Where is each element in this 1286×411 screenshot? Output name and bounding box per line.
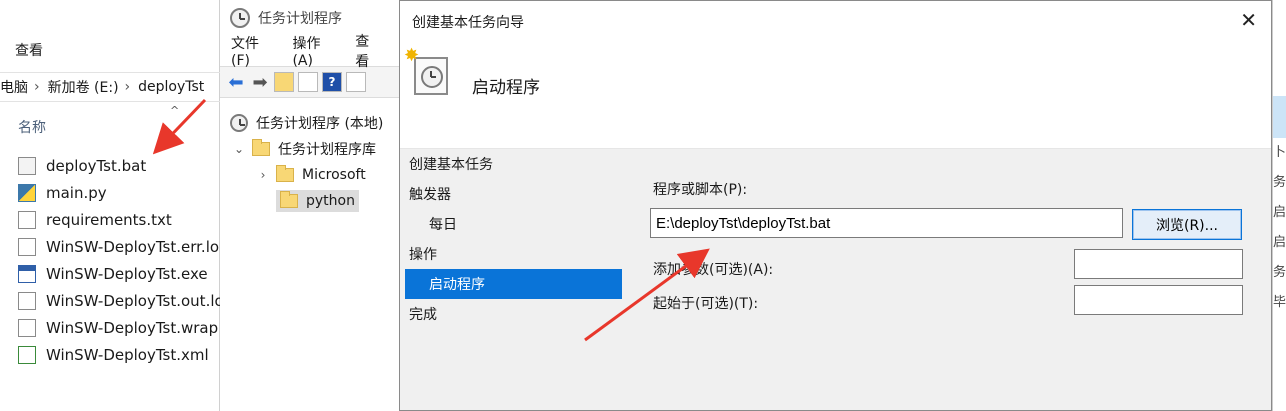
text-file-icon [18,318,36,337]
background-window-edge: 卜任 务... 启正 启任 务... 毕关 [1272,0,1286,411]
file-item-exe[interactable]: WinSW-DeployTst.exe [18,260,224,287]
menu-action[interactable]: 操作(A) [292,33,335,69]
browse-button[interactable]: 浏览(R)... [1132,209,1242,240]
file-name: WinSW-DeployTst.exe [46,264,208,283]
wizard-title-bar: 创建基本任务向导 ✕ [400,1,1271,43]
file-item-xml[interactable]: WinSW-DeployTst.xml [18,341,224,368]
step-start-program: 启动程序 [405,269,622,299]
step-finish: 完成 [409,307,437,323]
menu-view[interactable]: 查看 [355,31,380,71]
background-text: 卜任 [1273,145,1286,160]
text-file-icon [18,291,36,310]
wizard-header: ✸ 启动程序 [400,43,1271,149]
file-item-err-log[interactable]: WinSW-DeployTst.err.lo [18,233,224,260]
step-action: 操作 [409,247,437,263]
back-arrow-icon[interactable]: ⬅ [226,72,246,93]
forward-arrow-icon[interactable]: ➡ [250,72,270,93]
file-name: requirements.txt [46,210,172,229]
up-folder-icon[interactable] [274,72,294,92]
ribbon-tab-view[interactable]: 查看 [15,40,43,60]
tree-library[interactable]: ⌄ 任务计划程序库 [220,136,400,162]
tree-root-label: 任务计划程序 (本地) [256,116,384,132]
tree-folder-microsoft[interactable]: › Microsoft [220,162,400,188]
background-text: 启正 [1273,205,1286,220]
wizard-heading: 启动程序 [472,78,540,98]
folder-icon [276,165,294,182]
folder-clock-icon [252,139,270,156]
create-basic-task-wizard: 创建基本任务向导 ✕ ✸ 启动程序 创建基本任务 触发器 每日 操作 启动程序 … [399,0,1272,411]
folder-icon [280,191,298,208]
background-text: 毕关 [1273,295,1286,310]
exe-file-icon [18,264,36,283]
file-explorer-window: 查看 电脑 › 新加卷 (E:) › deployTst ^ 名称 deployTs… [0,0,224,411]
file-name: WinSW-DeployTst.wrap [46,318,219,337]
file-name: WinSW-DeployTst.err.lo [46,237,220,256]
tree-selection: python [276,190,359,212]
clock-icon [230,8,250,28]
scheduler-tree: 任务计划程序 (本地) ⌄ 任务计划程序库 › Microsoft python [220,110,400,214]
breadcrumb-drive[interactable]: 新加卷 (E:) [48,77,119,97]
task-scheduler-window: 任务计划程序 文件(F) 操作(A) 查看 ⬅ ➡ ? 任务计划程序 (本地) … [220,0,400,411]
step-daily: 每日 [429,217,457,233]
close-icon[interactable]: ✕ [1240,10,1257,30]
program-script-input[interactable] [650,208,1123,238]
chevron-down-icon[interactable]: ⌄ [232,142,246,156]
tree-folder-label: Microsoft [302,167,366,183]
file-list: deployTst.bat main.py requirements.txt W… [18,152,224,368]
background-text: 启任 [1273,235,1286,250]
tree-folder-label: python [306,193,355,209]
background-highlight [1273,96,1286,138]
tree-library-label: 任务计划程序库 [278,142,376,158]
wizard-title: 创建基本任务向导 [412,15,524,31]
help-icon[interactable]: ? [322,72,342,92]
background-text: 务... [1273,175,1286,190]
chevron-right-icon: › [34,79,40,95]
bat-file-icon [18,156,36,175]
background-text: 务... [1273,265,1286,280]
file-item-main-py[interactable]: main.py [18,179,224,206]
clock-icon [230,114,248,132]
file-item-deploytst-bat[interactable]: deployTst.bat [18,152,224,179]
task-clock-icon [414,57,448,95]
scheduler-title: 任务计划程序 [258,11,342,27]
chevron-right-icon: › [124,79,131,95]
file-item-requirements[interactable]: requirements.txt [18,206,224,233]
breadcrumb-computer[interactable]: 电脑 [0,77,28,97]
file-name: WinSW-DeployTst.xml [46,345,209,364]
step-create-basic-task: 创建基本任务 [409,157,493,173]
file-item-out-log[interactable]: WinSW-DeployTst.out.lo [18,287,224,314]
show-hide-tree-icon[interactable] [298,72,318,92]
text-file-icon [18,237,36,256]
start-in-input[interactable] [1074,285,1243,315]
menu-file[interactable]: 文件(F) [231,33,272,69]
file-name: deployTst.bat [46,156,147,175]
tree-folder-python[interactable]: python [220,188,400,214]
action-pane-icon[interactable] [346,72,366,92]
sparkle-icon: ✸ [404,45,420,66]
file-item-wrapper-log[interactable]: WinSW-DeployTst.wrap [18,314,224,341]
start-program-form: 程序或脚本(P): 浏览(R)... 添加参数(可选)(A): 起始于(可选)(… [650,179,1253,315]
program-label: 程序或脚本(P): [653,182,748,198]
step-trigger: 触发器 [409,187,451,203]
args-label: 添加参数(可选)(A): [653,262,774,278]
start-in-label: 起始于(可选)(T): [653,296,759,312]
text-file-icon [18,210,36,229]
xml-file-icon [18,345,36,364]
breadcrumb-folder[interactable]: deployTst [138,79,204,95]
python-file-icon [18,183,36,202]
args-input[interactable] [1074,249,1243,279]
chevron-right-icon[interactable]: › [256,168,270,182]
menu-bar: 文件(F) 操作(A) 查看 [220,33,400,70]
tree-root[interactable]: 任务计划程序 (本地) [220,110,400,136]
address-bar[interactable]: 电脑 › 新加卷 (E:) › deployTst [0,72,220,102]
clock-icon [421,66,443,88]
file-name: WinSW-DeployTst.out.lo [46,291,224,310]
column-header-name[interactable]: 名称 [18,117,46,137]
wizard-steps: 创建基本任务 触发器 每日 操作 启动程序 完成 [400,149,625,329]
sort-up-icon: ^ [170,104,180,117]
file-name: main.py [46,183,107,202]
